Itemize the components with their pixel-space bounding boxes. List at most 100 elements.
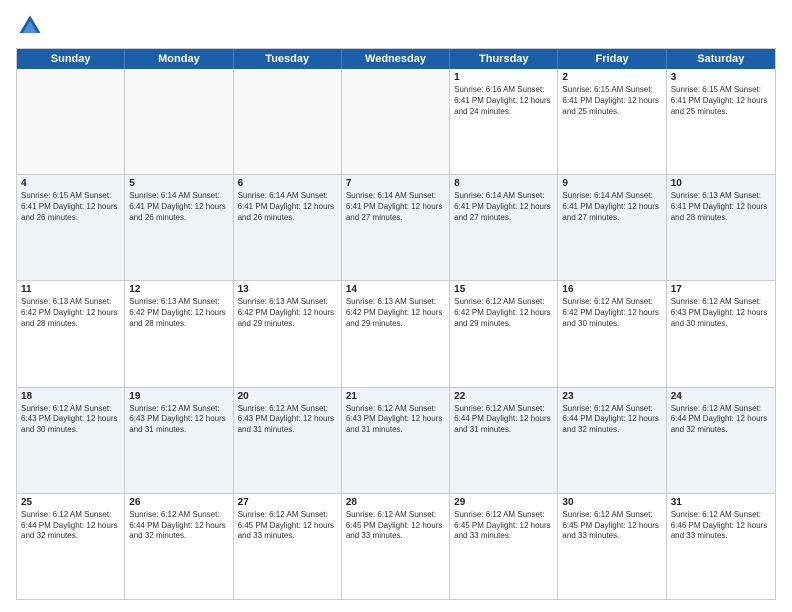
calendar-cell-27: 27 Sunrise: 6:12 AM Sunset: 6:45 PM Dayli… [234, 494, 342, 599]
logo [16, 12, 48, 40]
calendar-cell-22: 22Sunrise: 6:12 AM Sunset: 6:44 PM Dayli… [450, 388, 558, 493]
day-number: 11 [21, 284, 120, 295]
cell-info: Sunrise: 6:12 AM Sunset: 6:44 PM Dayligh… [562, 404, 661, 436]
day-number: 30 [562, 497, 661, 508]
calendar-cell-31: 31Sunrise: 6:12 AM Sunset: 6:46 PM Dayli… [667, 494, 775, 599]
day-number: 23 [562, 391, 661, 402]
calendar-cell-8: 8 Sunrise: 6:14 AM Sunset: 6:41 PM Daylig… [450, 175, 558, 280]
calendar-cell-4: 4 Sunrise: 6:15 AM Sunset: 6:41 PM Daylig… [17, 175, 125, 280]
day-header-tuesday: Tuesday [234, 49, 342, 69]
day-number: 4 [21, 178, 120, 189]
calendar: SundayMondayTuesdayWednesdayThursdayFrid… [16, 48, 776, 600]
cell-info: Sunrise: 6:12 AM Sunset: 6:45 PM Dayligh… [562, 510, 661, 542]
week-row-2: 11 Sunrise: 6:13 AM Sunset: 6:42 PM Dayli… [17, 281, 775, 387]
day-number: 7 [346, 178, 445, 189]
calendar-cell-17: 17 Sunrise: 6:12 AM Sunset: 6:43 PM Dayli… [667, 281, 775, 386]
day-number: 27 [238, 497, 337, 508]
cell-info: Sunrise: 6:13 AM Sunset: 6:41 PM Dayligh… [671, 191, 771, 223]
calendar-cell-25: 25 Sunrise: 6:12 AM Sunset: 6:44 PM Dayli… [17, 494, 125, 599]
calendar-cell-29: 29 Sunrise: 6:12 AM Sunset: 6:45 PM Dayli… [450, 494, 558, 599]
calendar-cell-14: 14 Sunrise: 6:13 AM Sunset: 6:42 PM Dayli… [342, 281, 450, 386]
day-header-monday: Monday [125, 49, 233, 69]
cell-info: Sunrise: 6:12 AM Sunset: 6:45 PM Dayligh… [454, 510, 553, 542]
day-number: 10 [671, 178, 771, 189]
cell-info: Sunrise: 6:14 AM Sunset: 6:41 PM Dayligh… [562, 191, 661, 223]
calendar-cell-20: 20 Sunrise: 6:12 AM Sunset: 6:43 PM Dayli… [234, 388, 342, 493]
calendar-cell-18: 18 Sunrise: 6:12 AM Sunset: 6:43 PM Dayli… [17, 388, 125, 493]
cell-info: Sunrise: 6:14 AM Sunset: 6:41 PM Dayligh… [238, 191, 337, 223]
calendar-cell-23: 23 Sunrise: 6:12 AM Sunset: 6:44 PM Dayli… [558, 388, 666, 493]
cell-info: Sunrise: 6:12 AM Sunset: 6:43 PM Dayligh… [129, 404, 228, 436]
cell-info: Sunrise: 6:12 AM Sunset: 6:44 PM Dayligh… [21, 510, 120, 542]
cell-info: Sunrise: 6:12 AM Sunset: 6:43 PM Dayligh… [238, 404, 337, 436]
cell-info: Sunrise: 6:12 AM Sunset: 6:43 PM Dayligh… [346, 404, 445, 436]
calendar-cell-2: 2 Sunrise: 6:15 AM Sunset: 6:41 PM Daylig… [558, 69, 666, 174]
day-number: 16 [562, 284, 661, 295]
cell-info: Sunrise: 6:12 AM Sunset: 6:43 PM Dayligh… [21, 404, 120, 436]
cell-info: Sunrise: 6:15 AM Sunset: 6:41 PM Dayligh… [21, 191, 120, 223]
week-row-3: 18 Sunrise: 6:12 AM Sunset: 6:43 PM Dayli… [17, 388, 775, 494]
day-number: 9 [562, 178, 661, 189]
day-header-friday: Friday [558, 49, 666, 69]
calendar-cell-3: 3 Sunrise: 6:15 AM Sunset: 6:41 PM Daylig… [667, 69, 775, 174]
calendar-cell-empty-2 [234, 69, 342, 174]
cell-info: Sunrise: 6:13 AM Sunset: 6:42 PM Dayligh… [346, 297, 445, 329]
day-number: 13 [238, 284, 337, 295]
calendar-header-row: SundayMondayTuesdayWednesdayThursdayFrid… [17, 49, 775, 69]
day-number: 15 [454, 284, 553, 295]
calendar-cell-6: 6Sunrise: 6:14 AM Sunset: 6:41 PM Daylig… [234, 175, 342, 280]
cell-info: Sunrise: 6:12 AM Sunset: 6:45 PM Dayligh… [346, 510, 445, 542]
day-number: 5 [129, 178, 228, 189]
cell-info: Sunrise: 6:14 AM Sunset: 6:41 PM Dayligh… [454, 191, 553, 223]
cell-info: Sunrise: 6:12 AM Sunset: 6:42 PM Dayligh… [454, 297, 553, 329]
cell-info: Sunrise: 6:14 AM Sunset: 6:41 PM Dayligh… [346, 191, 445, 223]
day-header-thursday: Thursday [450, 49, 558, 69]
calendar-cell-24: 24 Sunrise: 6:12 AM Sunset: 6:44 PM Dayli… [667, 388, 775, 493]
day-number: 17 [671, 284, 771, 295]
week-row-1: 4 Sunrise: 6:15 AM Sunset: 6:41 PM Daylig… [17, 175, 775, 281]
day-header-saturday: Saturday [667, 49, 775, 69]
week-row-4: 25 Sunrise: 6:12 AM Sunset: 6:44 PM Dayli… [17, 494, 775, 599]
calendar-cell-15: 15 Sunrise: 6:12 AM Sunset: 6:42 PM Dayli… [450, 281, 558, 386]
cell-info: Sunrise: 6:12 AM Sunset: 6:45 PM Dayligh… [238, 510, 337, 542]
calendar-cell-5: 5 Sunrise: 6:14 AM Sunset: 6:41 PM Daylig… [125, 175, 233, 280]
day-number: 19 [129, 391, 228, 402]
calendar-cell-13: 13Sunrise: 6:13 AM Sunset: 6:42 PM Dayli… [234, 281, 342, 386]
cell-info: Sunrise: 6:12 AM Sunset: 6:44 PM Dayligh… [454, 404, 553, 436]
calendar-cell-7: 7 Sunrise: 6:14 AM Sunset: 6:41 PM Daylig… [342, 175, 450, 280]
day-number: 14 [346, 284, 445, 295]
calendar-cell-12: 12Sunrise: 6:13 AM Sunset: 6:42 PM Dayli… [125, 281, 233, 386]
calendar-cell-empty-1 [125, 69, 233, 174]
calendar-cell-21: 21Sunrise: 6:12 AM Sunset: 6:43 PM Dayli… [342, 388, 450, 493]
day-header-sunday: Sunday [17, 49, 125, 69]
day-number: 2 [562, 72, 661, 83]
day-number: 3 [671, 72, 771, 83]
cell-info: Sunrise: 6:12 AM Sunset: 6:44 PM Dayligh… [671, 404, 771, 436]
logo-icon [16, 12, 44, 40]
cell-info: Sunrise: 6:15 AM Sunset: 6:41 PM Dayligh… [671, 85, 771, 117]
day-number: 29 [454, 497, 553, 508]
cell-info: Sunrise: 6:13 AM Sunset: 6:42 PM Dayligh… [21, 297, 120, 329]
cell-info: Sunrise: 6:12 AM Sunset: 6:42 PM Dayligh… [562, 297, 661, 329]
cell-info: Sunrise: 6:12 AM Sunset: 6:44 PM Dayligh… [129, 510, 228, 542]
day-header-wednesday: Wednesday [342, 49, 450, 69]
day-number: 20 [238, 391, 337, 402]
cell-info: Sunrise: 6:12 AM Sunset: 6:43 PM Dayligh… [671, 297, 771, 329]
page: SundayMondayTuesdayWednesdayThursdayFrid… [0, 0, 792, 612]
cell-info: Sunrise: 6:15 AM Sunset: 6:41 PM Dayligh… [562, 85, 661, 117]
calendar-cell-30: 30 Sunrise: 6:12 AM Sunset: 6:45 PM Dayli… [558, 494, 666, 599]
cell-info: Sunrise: 6:14 AM Sunset: 6:41 PM Dayligh… [129, 191, 228, 223]
calendar-cell-19: 19 Sunrise: 6:12 AM Sunset: 6:43 PM Dayli… [125, 388, 233, 493]
day-number: 12 [129, 284, 228, 295]
day-number: 8 [454, 178, 553, 189]
day-number: 25 [21, 497, 120, 508]
calendar-cell-16: 16 Sunrise: 6:12 AM Sunset: 6:42 PM Dayli… [558, 281, 666, 386]
day-number: 24 [671, 391, 771, 402]
day-number: 1 [454, 72, 553, 83]
calendar-cell-10: 10 Sunrise: 6:13 AM Sunset: 6:41 PM Dayli… [667, 175, 775, 280]
day-number: 18 [21, 391, 120, 402]
week-row-0: 1 Sunrise: 6:16 AM Sunset: 6:41 PM Daylig… [17, 69, 775, 175]
cell-info: Sunrise: 6:16 AM Sunset: 6:41 PM Dayligh… [454, 85, 553, 117]
calendar-cell-28: 28Sunrise: 6:12 AM Sunset: 6:45 PM Dayli… [342, 494, 450, 599]
cell-info: Sunrise: 6:12 AM Sunset: 6:46 PM Dayligh… [671, 510, 771, 542]
